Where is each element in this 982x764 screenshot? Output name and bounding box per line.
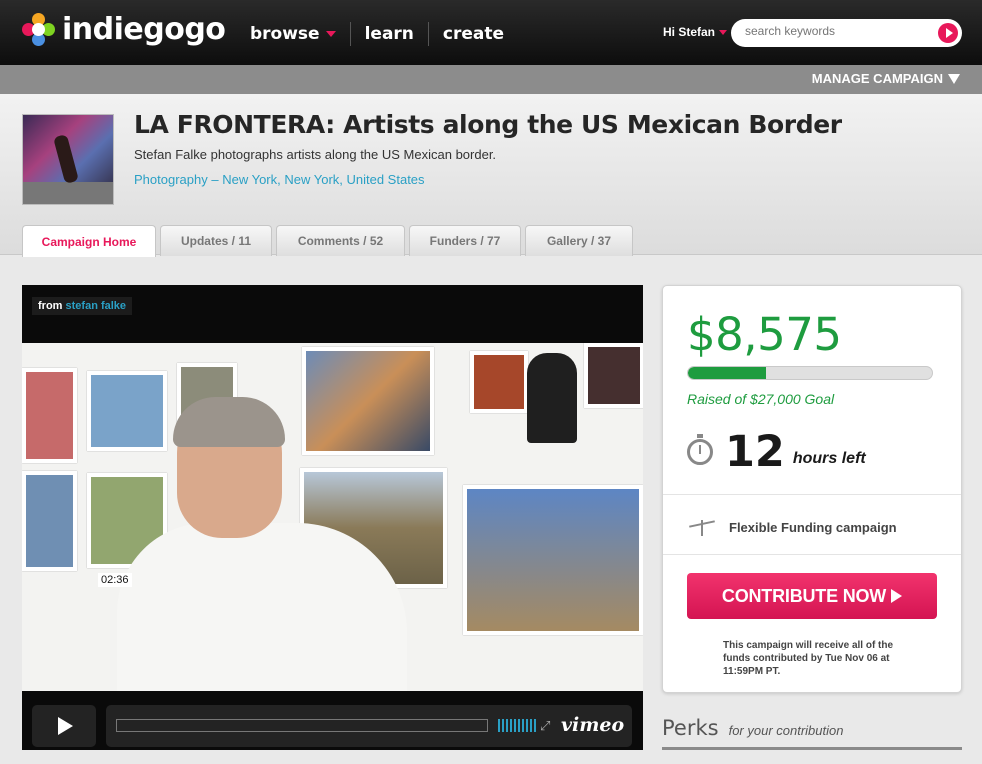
video-subject — [117, 397, 407, 691]
funding-type: Flexible Funding campaign — [687, 518, 897, 536]
play-button[interactable] — [32, 705, 96, 747]
video-author-link[interactable]: stefan falke — [66, 300, 127, 312]
contribute-now-button[interactable]: CONTRIBUTE NOW — [687, 573, 937, 619]
top-navigation-bar: indiegogo browse learn create Hi Stefan — [0, 0, 982, 65]
campaign-subtitle: Stefan Falke photographs artists along t… — [134, 147, 497, 162]
campaign-thumbnail — [22, 114, 114, 205]
tab-comments[interactable]: Comments / 52 — [276, 225, 405, 256]
chevron-down-icon — [325, 31, 336, 37]
divider — [663, 554, 961, 555]
search-submit-button[interactable] — [938, 23, 958, 43]
video-control-bar: ⤢ vimeo — [106, 705, 632, 747]
tab-campaign-home[interactable]: Campaign Home — [22, 225, 156, 257]
logo-wordmark: indiegogo — [62, 12, 226, 47]
nav-learn[interactable]: learn — [351, 24, 428, 44]
volume-control[interactable] — [498, 719, 536, 732]
nav-browse[interactable]: browse — [236, 24, 350, 44]
perks-title: Perks — [662, 716, 719, 740]
time-left-label: hours left — [792, 450, 866, 467]
user-menu[interactable]: Hi Stefan — [663, 25, 728, 39]
video-byline: from stefan falke — [32, 297, 133, 315]
video-byline-prefix: from — [38, 300, 63, 312]
campaign-tabs: Campaign Home Updates / 11 Comments / 52… — [22, 225, 637, 257]
nav-browse-label: browse — [250, 24, 320, 44]
meta-separator: – — [207, 172, 223, 187]
stopwatch-icon — [687, 434, 713, 465]
perks-subtitle: for your contribution — [728, 723, 844, 738]
perks-heading: Perks for your contribution — [662, 716, 962, 750]
scale-icon — [687, 518, 717, 536]
manage-campaign-menu[interactable]: MANAGE CAMPAIGN — [812, 71, 960, 86]
indiegogo-logo[interactable]: indiegogo — [22, 12, 226, 47]
manage-campaign-label: MANAGE CAMPAIGN — [811, 71, 943, 86]
funding-goal-text: Raised of $27,000 Goal — [687, 391, 835, 407]
main-nav: browse learn create — [236, 22, 518, 46]
funding-type-label[interactable]: Flexible Funding campaign — [729, 520, 897, 535]
video-timestamp: 02:36 — [98, 573, 132, 587]
play-arrow-icon — [891, 589, 903, 603]
funding-panel: $8,575 Raised of $27,000 Goal 12 hours l… — [662, 285, 962, 693]
user-greeting: Hi Stefan — [663, 25, 716, 39]
page-title: LA FRONTERA: Artists along the US Mexica… — [134, 110, 842, 139]
search-input[interactable] — [745, 24, 935, 38]
triangle-down-icon — [948, 73, 960, 84]
tab-funders[interactable]: Funders / 77 — [409, 225, 521, 256]
manage-campaign-bar: MANAGE CAMPAIGN — [0, 65, 982, 94]
location-link[interactable]: New York, New York, United States — [222, 172, 424, 187]
vimeo-logo[interactable]: vimeo — [561, 714, 624, 736]
video-player[interactable]: from stefan falke ⤢ vimeo 02:36 — [22, 285, 643, 750]
fullscreen-icon[interactable]: ⤢ — [540, 718, 550, 734]
video-progress-track[interactable] — [116, 719, 488, 732]
play-icon — [58, 717, 73, 735]
search-box — [731, 19, 962, 47]
chevron-down-icon — [719, 29, 728, 35]
time-left: 12 hours left — [687, 427, 866, 477]
video-frame — [22, 343, 643, 691]
contribute-now-label: CONTRIBUTE NOW — [721, 585, 887, 606]
funding-note: This campaign will receive all of the fu… — [723, 640, 894, 677]
logo-mark-icon — [22, 12, 56, 47]
tab-gallery[interactable]: Gallery / 37 — [525, 225, 633, 256]
play-arrow-icon — [945, 28, 953, 38]
category-link[interactable]: Photography — [134, 172, 208, 187]
funds-raised-amount: $8,575 — [687, 308, 842, 361]
funding-progress-fill — [688, 367, 767, 379]
campaign-meta: Photography – New York, New York, United… — [134, 172, 425, 187]
divider — [663, 494, 961, 495]
funding-progress-bar — [687, 366, 933, 380]
video-controls: ⤢ vimeo — [22, 691, 643, 750]
nav-create[interactable]: create — [429, 24, 518, 44]
time-left-value: 12 — [725, 427, 785, 477]
tab-updates[interactable]: Updates / 11 — [160, 225, 272, 256]
